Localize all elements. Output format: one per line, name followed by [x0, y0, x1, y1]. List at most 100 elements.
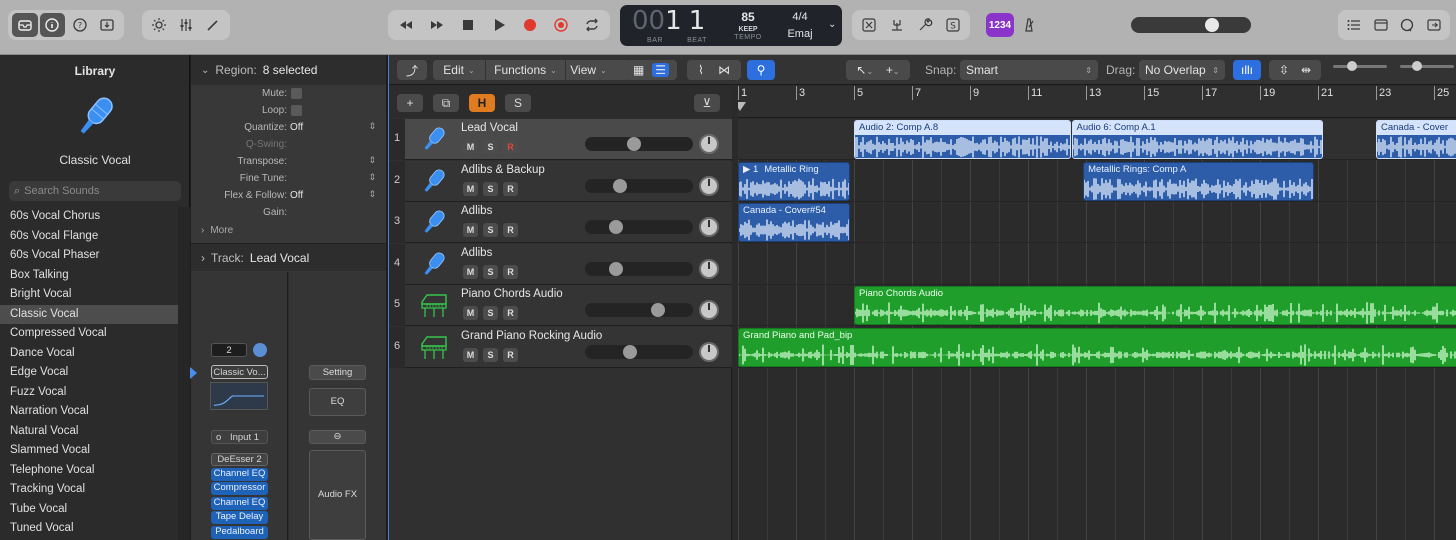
- count-in-button[interactable]: 1234: [986, 13, 1014, 37]
- setting-button[interactable]: Setting: [309, 365, 366, 380]
- record-enable-button[interactable]: R: [503, 264, 518, 279]
- align-button[interactable]: [884, 13, 910, 37]
- stepper-icon[interactable]: ⇕: [368, 172, 376, 183]
- back-button[interactable]: ⤴: [397, 60, 427, 80]
- library-item[interactable]: 60s Vocal Phaser: [0, 246, 178, 266]
- library-search-field[interactable]: ⌕ Search Sounds: [9, 181, 181, 201]
- play-button[interactable]: [485, 13, 514, 37]
- eq-thumbnail[interactable]: [210, 382, 268, 410]
- region-inspector-header[interactable]: ⌄ Region: 8 selected: [191, 55, 386, 85]
- track-header-row[interactable]: 3 Adlibs M S R: [389, 202, 732, 243]
- library-item[interactable]: Dance Vocal: [0, 344, 178, 364]
- region-param-row[interactable]: Loop:: [191, 102, 386, 119]
- library-item[interactable]: Bright Vocal: [0, 285, 178, 305]
- track-volume-slider[interactable]: [585, 220, 693, 234]
- input-button[interactable]: o Input 1: [211, 430, 268, 444]
- audio-region[interactable]: Audio 2: Comp A.8: [854, 120, 1071, 159]
- library-item[interactable]: Tuned Vocal: [0, 519, 178, 539]
- patch-button[interactable]: Classic Vo...: [211, 365, 268, 379]
- browsers-button[interactable]: [1422, 13, 1447, 37]
- capture-recording-button[interactable]: [546, 13, 575, 37]
- track-name[interactable]: Grand Piano Rocking Audio: [461, 330, 602, 342]
- track-volume-slider[interactable]: [585, 261, 693, 276]
- audio-region[interactable]: Grand Piano and Pad_bip: [738, 327, 1456, 367]
- library-item[interactable]: 60s Vocal Flange: [0, 227, 178, 247]
- track-header-row[interactable]: 6 Grand Piano Rocking Audio M S R: [389, 326, 732, 368]
- menu-functions[interactable]: Functions ⌄: [485, 60, 565, 80]
- editors-button[interactable]: [201, 13, 226, 37]
- library-toggle-button[interactable]: [12, 13, 38, 37]
- track-volume-slider[interactable]: [585, 137, 693, 151]
- playhead-icon[interactable]: [738, 102, 746, 111]
- rewind-button[interactable]: [392, 13, 421, 37]
- plugin-slot[interactable]: DeEsser 2: [211, 453, 268, 466]
- library-item[interactable]: Classic Vocal: [0, 304, 178, 324]
- eq-slot[interactable]: EQ: [309, 388, 366, 416]
- add-track-button[interactable]: +: [397, 94, 423, 112]
- grid-icon[interactable]: ▦: [633, 63, 644, 77]
- hide-tracks-button[interactable]: H: [469, 94, 495, 112]
- library-item[interactable]: Edge Vocal: [0, 363, 178, 383]
- input-knob[interactable]: [253, 343, 267, 357]
- bar-ruler[interactable]: 1 3 5 7 9 11 13 15 17 19 21 23 25: [738, 86, 1456, 118]
- param-checkbox[interactable]: [291, 105, 302, 116]
- note-pads-button[interactable]: [1369, 13, 1394, 37]
- param-checkbox[interactable]: [291, 88, 302, 99]
- mute-button[interactable]: M: [463, 223, 478, 237]
- list-view-icon[interactable]: ☰: [652, 63, 670, 77]
- piano-icon[interactable]: [419, 290, 449, 320]
- library-item[interactable]: Natural Vocal: [0, 422, 178, 442]
- library-scrollbar[interactable]: [178, 207, 190, 540]
- pan-knob[interactable]: [699, 258, 719, 279]
- microphone-icon[interactable]: [419, 249, 449, 279]
- region-param-row[interactable]: Mute:: [191, 85, 386, 102]
- pan-knob[interactable]: [699, 134, 719, 154]
- lcd-display[interactable]: 001 BAR 1 BEAT 85 KEEP TEMPO 4/4 Emaj ⌄: [620, 5, 842, 46]
- horizontal-fit-icon[interactable]: ⇹: [1301, 63, 1311, 77]
- track-name[interactable]: Adlibs & Backup: [461, 164, 545, 176]
- lcd-signature[interactable]: 4/4 Emaj: [778, 5, 822, 42]
- piano-icon[interactable]: [419, 332, 449, 362]
- input-count-field[interactable]: 2: [211, 343, 247, 357]
- pan-knob[interactable]: [699, 341, 719, 362]
- stop-button[interactable]: [454, 13, 483, 37]
- stepper-icon[interactable]: ⇕: [368, 189, 376, 200]
- audio-region[interactable]: Canada - Cover: [1376, 120, 1456, 159]
- tuner-button[interactable]: [912, 13, 938, 37]
- volume-knob[interactable]: [650, 303, 665, 317]
- audio-region[interactable]: Canada - Cover#54: [738, 203, 851, 242]
- stepper-icon[interactable]: ⇕: [368, 155, 376, 166]
- library-item[interactable]: Telephone Vocal: [0, 461, 178, 481]
- volume-knob[interactable]: [608, 261, 623, 276]
- mute-button[interactable]: M: [463, 306, 478, 320]
- loop-browser-button[interactable]: [1395, 13, 1420, 37]
- automation-curve-icon[interactable]: ⌇: [698, 63, 704, 77]
- solo-button[interactable]: S: [483, 264, 498, 279]
- horizontal-zoom-knob[interactable]: [1412, 61, 1422, 71]
- vertical-fit-icon[interactable]: ⇳: [1279, 63, 1289, 77]
- toolbar-toggle-button[interactable]: [95, 13, 121, 37]
- smart-controls-button[interactable]: [146, 13, 171, 37]
- solo-button[interactable]: S: [483, 140, 498, 154]
- catch-button[interactable]: ⚲: [747, 60, 775, 80]
- track-name[interactable]: Lead Vocal: [461, 122, 518, 134]
- library-item[interactable]: Slammed Vocal: [0, 441, 178, 461]
- more-disclosure[interactable]: › More: [191, 221, 386, 239]
- solo-button[interactable]: S: [483, 306, 498, 320]
- track-name[interactable]: Adlibs: [461, 205, 492, 217]
- library-item[interactable]: Box Talking: [0, 266, 178, 286]
- microphone-icon[interactable]: [419, 124, 449, 154]
- audio-region[interactable]: ▶ 1 Metallic Ring: [738, 161, 851, 201]
- duplicate-track-button[interactable]: ⧉: [433, 94, 459, 112]
- track-inspector-header[interactable]: › Track: Lead Vocal: [191, 243, 386, 271]
- audio-fx-slot[interactable]: Audio FX: [309, 450, 366, 540]
- region-param-row[interactable]: Flex & Follow: Off ⇕: [191, 187, 386, 204]
- cycle-button[interactable]: [577, 13, 606, 37]
- menu-edit[interactable]: Edit ⌄: [433, 60, 485, 80]
- audio-region[interactable]: Metallic Rings: Comp A: [1083, 161, 1315, 201]
- mute-button[interactable]: M: [463, 181, 478, 196]
- solo-button[interactable]: S: [483, 347, 498, 362]
- snap-popup[interactable]: Smart ⇕: [960, 60, 1098, 80]
- volume-knob[interactable]: [608, 220, 623, 234]
- library-item[interactable]: Compressed Vocal: [0, 324, 178, 344]
